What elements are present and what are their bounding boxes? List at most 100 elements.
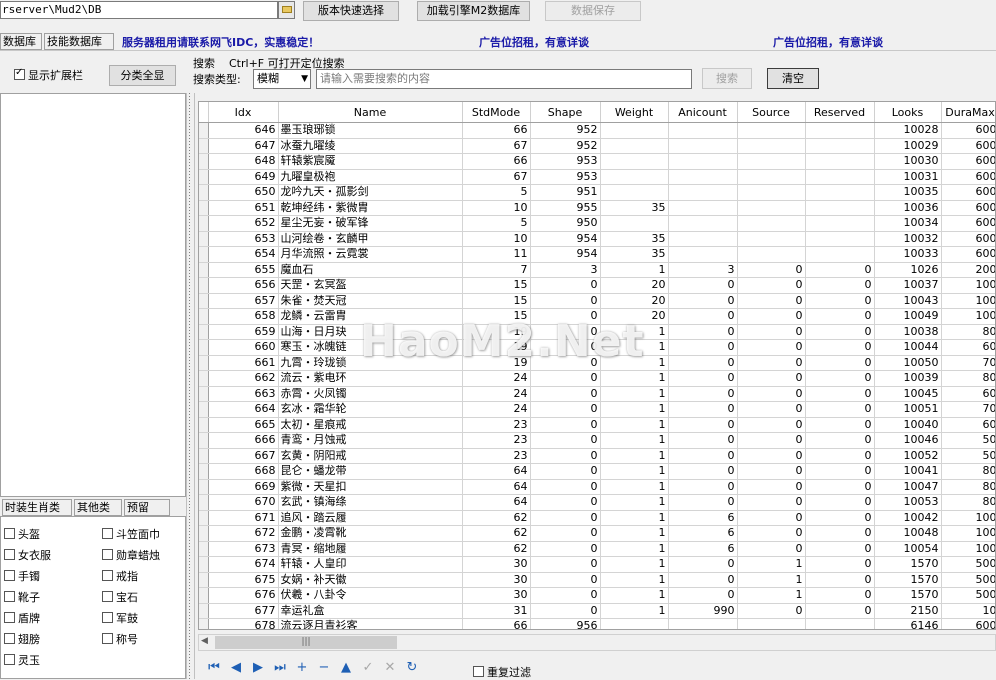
cell-anicount[interactable]: 0	[668, 293, 738, 309]
cell-stdmode[interactable]: 10	[462, 231, 531, 247]
cell-idx[interactable]: 667	[208, 448, 279, 464]
row-indicator[interactable]	[199, 184, 209, 201]
cell-shape[interactable]: 0	[530, 339, 601, 356]
cell-idx[interactable]: 652	[208, 215, 279, 232]
row-indicator[interactable]	[199, 525, 209, 542]
row-indicator[interactable]	[199, 122, 209, 139]
cell-source[interactable]: 0	[737, 463, 806, 480]
row-indicator[interactable]	[199, 308, 209, 325]
table-row[interactable]: 672 金鹏・凌霄靴 62 0 1 6 0 0 10048 100	[199, 525, 995, 542]
cell-shape[interactable]: 0	[530, 510, 601, 526]
cell-weight[interactable]: 1	[600, 448, 669, 464]
cell-idx[interactable]: 658	[208, 308, 279, 325]
cell-idx[interactable]: 674	[208, 556, 279, 573]
table-row[interactable]: 663 赤霄・火凤镯 24 0 1 0 0 0 10045 60	[199, 386, 995, 402]
cell-duramax[interactable]: 600	[941, 246, 995, 263]
cell-reserved[interactable]	[805, 215, 875, 232]
category-checkbox[interactable]	[4, 549, 15, 560]
cell-weight[interactable]: 20	[600, 277, 669, 294]
cell-name[interactable]: 星尘无妄・破军锋	[278, 215, 463, 232]
cell-reserved[interactable]: 0	[805, 308, 875, 325]
cell-duramax[interactable]: 50	[941, 448, 995, 464]
cell-weight[interactable]: 1	[600, 262, 669, 278]
scroll-left-icon[interactable]: ◀	[201, 636, 208, 646]
cell-reserved[interactable]: 0	[805, 370, 875, 387]
cell-anicount[interactable]: 990	[668, 603, 738, 619]
cell-looks[interactable]: 10042	[874, 510, 942, 526]
row-indicator[interactable]	[199, 417, 209, 433]
row-indicator[interactable]	[199, 401, 209, 418]
cell-anicount[interactable]: 0	[668, 401, 738, 418]
category-checkbox[interactable]	[4, 612, 15, 623]
cell-reserved[interactable]: 0	[805, 463, 875, 480]
cell-idx[interactable]: 662	[208, 370, 279, 387]
row-indicator[interactable]	[199, 138, 209, 154]
cell-idx[interactable]: 649	[208, 169, 279, 185]
cell-duramax[interactable]: 50	[941, 432, 995, 449]
cell-source[interactable]: 0	[737, 510, 806, 526]
cell-duramax[interactable]: 600	[941, 184, 995, 201]
cell-shape[interactable]: 0	[530, 525, 601, 542]
cell-name[interactable]: 幸运礼盒	[278, 603, 463, 619]
cell-looks[interactable]: 1570	[874, 587, 942, 604]
row-indicator[interactable]	[199, 479, 209, 495]
cell-stdmode[interactable]: 64	[462, 479, 531, 495]
cell-anicount[interactable]: 0	[668, 432, 738, 449]
cell-looks[interactable]: 1570	[874, 572, 942, 588]
cell-idx[interactable]: 664	[208, 401, 279, 418]
cell-duramax[interactable]: 100	[941, 525, 995, 542]
cell-weight[interactable]	[600, 153, 669, 170]
cell-stdmode[interactable]: 19	[462, 355, 531, 371]
cell-looks[interactable]: 10028	[874, 122, 942, 139]
cell-source[interactable]: 0	[737, 386, 806, 402]
cell-name[interactable]: 冰蚕九曜绫	[278, 138, 463, 154]
refresh-icon[interactable]: ↻	[402, 660, 422, 675]
cell-duramax[interactable]: 600	[941, 215, 995, 232]
cell-weight[interactable]: 1	[600, 556, 669, 573]
row-indicator[interactable]	[199, 262, 209, 278]
cell-stdmode[interactable]: 66	[462, 122, 531, 139]
cell-duramax[interactable]: 70	[941, 355, 995, 371]
cell-reserved[interactable]: 0	[805, 262, 875, 278]
cell-looks[interactable]: 10043	[874, 293, 942, 309]
table-row[interactable]: 660 寒玉・冰魄链 19 0 1 0 0 0 10044 60	[199, 339, 995, 356]
cell-name[interactable]: 九曜皇极袍	[278, 169, 463, 185]
cell-looks[interactable]: 10034	[874, 215, 942, 232]
cell-looks[interactable]: 10052	[874, 448, 942, 464]
row-indicator[interactable]	[199, 231, 209, 247]
cell-reserved[interactable]: 0	[805, 355, 875, 371]
cell-idx[interactable]: 663	[208, 386, 279, 402]
cell-duramax[interactable]: 600	[941, 231, 995, 247]
cell-duramax[interactable]: 80	[941, 370, 995, 387]
cell-weight[interactable]: 1	[600, 417, 669, 433]
cell-shape[interactable]: 0	[530, 401, 601, 418]
cell-source[interactable]: 0	[737, 417, 806, 433]
cell-stdmode[interactable]: 66	[462, 618, 531, 629]
cell-shape[interactable]: 0	[530, 370, 601, 387]
version-select-button[interactable]: 版本快速选择	[303, 1, 399, 21]
cell-source[interactable]: 0	[737, 308, 806, 325]
cell-shape[interactable]: 0	[530, 308, 601, 325]
cell-stdmode[interactable]: 24	[462, 370, 531, 387]
table-row[interactable]: 675 女娲・补天徽 30 0 1 0 1 0 1570 500	[199, 572, 995, 588]
table-row[interactable]: 654 月华流照・云霓裳 11 954 35 10033 600	[199, 246, 995, 263]
row-indicator[interactable]	[199, 432, 209, 449]
row-indicator[interactable]	[199, 572, 209, 588]
cell-stdmode[interactable]: 67	[462, 169, 531, 185]
cell-reserved[interactable]: 0	[805, 587, 875, 604]
cell-name[interactable]: 山河绘卷・玄麟甲	[278, 231, 463, 247]
cell-shape[interactable]: 953	[530, 169, 601, 185]
cell-shape[interactable]: 952	[530, 138, 601, 154]
cell-source[interactable]: 0	[737, 541, 806, 557]
cell-reserved[interactable]: 0	[805, 417, 875, 433]
cell-source[interactable]: 0	[737, 525, 806, 542]
cell-looks[interactable]: 10053	[874, 494, 942, 511]
row-indicator[interactable]	[199, 169, 209, 185]
category-checkbox[interactable]	[4, 528, 15, 539]
row-indicator[interactable]	[199, 200, 209, 216]
search-type-select[interactable]: 模糊 ▼	[253, 69, 311, 89]
cell-idx[interactable]: 669	[208, 479, 279, 495]
cell-weight[interactable]: 20	[600, 293, 669, 309]
cell-source[interactable]	[737, 169, 806, 185]
cell-reserved[interactable]: 0	[805, 293, 875, 309]
